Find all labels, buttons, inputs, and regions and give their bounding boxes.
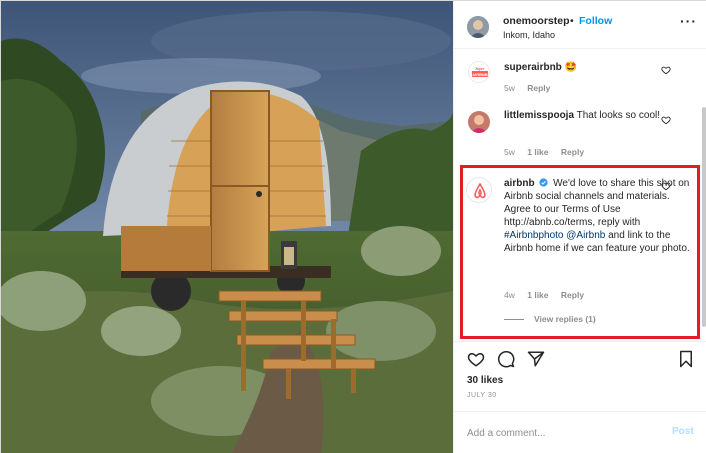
post-actions [454,341,706,375]
author-username[interactable]: onemoorstep [503,15,570,27]
comment-likes[interactable]: 1 like [527,147,548,157]
highlight-box [460,165,700,339]
post-date[interactable]: JULY 30 [467,392,497,399]
comment-time: 5w [504,147,515,157]
sheepherder-wagon-photo [1,1,453,453]
comment-item: AIRBNB Super superairbnb 🤩 5w Reply [454,57,706,101]
comment-content: That looks so cool! [576,110,660,121]
superairbnb-avatar-logo-text: AIRBNB [472,72,488,77]
heart-icon[interactable] [661,65,671,75]
comments-scrollbar[interactable] [702,107,706,327]
comment-meta: 5w 1 like Reply [504,147,594,157]
comment-username[interactable]: superairbnb [504,62,562,73]
post-sidebar: onemoorstep • Follow Inkom, Idaho ··· AI… [453,1,706,453]
post-photo[interactable] [1,1,453,453]
share-icon[interactable] [527,350,545,368]
header-separator: • [570,15,574,27]
comment-time: 5w [504,83,515,93]
post-comment-button[interactable]: Post [672,426,694,437]
post-window: onemoorstep • Follow Inkom, Idaho ··· AI… [0,0,706,453]
author-avatar[interactable] [467,16,489,38]
follow-button[interactable]: Follow [579,15,612,27]
comment-meta: 5w Reply [504,83,560,93]
post-location[interactable]: Inkom, Idaho [503,30,555,40]
post-header: onemoorstep • Follow Inkom, Idaho ··· [454,1,706,49]
more-icon[interactable]: ··· [680,13,697,29]
comment-icon[interactable] [497,350,515,368]
superairbnb-avatar[interactable]: AIRBNB Super [468,61,490,83]
comment-item: littlemisspooja That looks so cool! 5w 1… [454,105,706,165]
bookmark-icon[interactable] [677,350,695,368]
reply-button[interactable]: Reply [561,147,584,157]
heart-icon[interactable] [467,350,485,368]
heart-icon[interactable] [661,115,671,125]
add-comment-bar: Post [454,411,706,453]
littlemisspooja-avatar[interactable] [468,111,490,133]
comment-content: 🤩 [564,62,578,73]
svg-text:Super: Super [475,66,485,71]
comment-username[interactable]: littlemisspooja [504,110,574,121]
reply-button[interactable]: Reply [527,83,550,93]
add-comment-input[interactable] [467,425,657,441]
likes-count[interactable]: 30 likes [467,375,503,386]
